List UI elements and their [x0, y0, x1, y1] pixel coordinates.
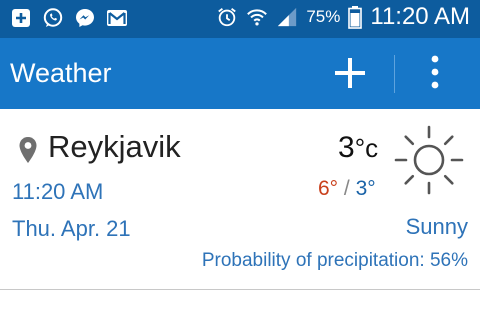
messenger-icon [74, 7, 96, 29]
add-icon [10, 7, 32, 29]
card-divider [0, 289, 480, 290]
weather-condition: Sunny [405, 214, 468, 239]
app-title: Weather [10, 58, 112, 88]
app-bar: Weather [0, 38, 480, 109]
sun-icon [392, 123, 466, 202]
temperature-unit: °c [354, 133, 379, 163]
notification-icons [10, 7, 128, 29]
clock: 11:20 AM [370, 3, 470, 30]
alarm-icon [216, 6, 238, 28]
battery-icon [348, 6, 363, 29]
weather-card[interactable]: Reykjavik 3°c 6° / 3° 11:20 AM Thu. Apr.… [0, 109, 480, 289]
wifi-icon [246, 6, 268, 28]
temperature-separator: / [343, 177, 350, 200]
battery-percent: 75% [306, 7, 341, 26]
precipitation-probability: Probability of precipitation: 56% [201, 250, 468, 271]
temperature-value: 3 [338, 131, 355, 164]
toolbar-divider [394, 55, 395, 93]
signal-icon [276, 6, 298, 28]
overflow-menu-button[interactable] [420, 53, 450, 95]
low-temperature: 3° [355, 177, 376, 200]
whatsapp-icon [42, 7, 64, 29]
local-date: Thu. Apr. 21 [12, 216, 131, 241]
add-location-button[interactable] [330, 55, 370, 95]
status-bar: 75% 11:20 AM [0, 0, 480, 38]
local-time: 11:20 AM [12, 179, 104, 204]
city-name: Reykjavik [48, 129, 181, 164]
location-pin-icon [18, 136, 38, 169]
plus-icon [333, 56, 367, 95]
system-status: 75% 11:20 AM [216, 3, 470, 31]
current-temperature: 3°c [338, 131, 378, 165]
high-temperature: 6° [318, 177, 339, 200]
high-low-temperatures: 6° / 3° [318, 177, 376, 201]
overflow-menu-icon [430, 54, 440, 95]
gmail-icon [106, 7, 128, 29]
